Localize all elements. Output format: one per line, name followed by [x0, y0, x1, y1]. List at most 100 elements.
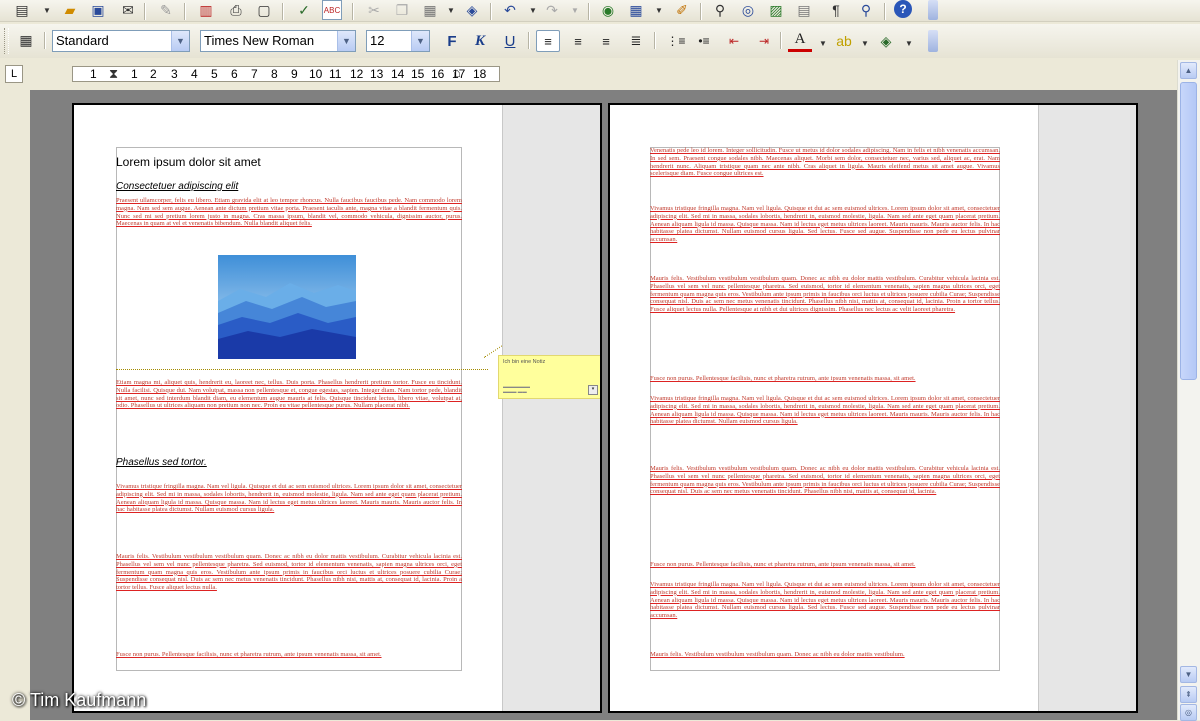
paragraph[interactable]: Mauris felis. Vestibulum vestibulum vest…: [116, 553, 462, 639]
paragraph[interactable]: Mauris felis. Vestibulum vestibulum vest…: [650, 275, 1000, 361]
autospell-icon[interactable]: ABC: [322, 0, 342, 20]
format-paintbrush-icon[interactable]: ◈: [462, 0, 482, 20]
justify-button[interactable]: ≣: [624, 30, 648, 52]
highlight-dropdown-icon[interactable]: ▼: [860, 33, 870, 53]
align-left-button[interactable]: ≡: [536, 30, 560, 52]
comment-note[interactable]: Ich bin eine Notiz ▬▬▬▬▬▬ ▬▬▬ ▬▬ ▾: [498, 355, 600, 399]
document-subtitle[interactable]: Phasellus sed tortor.: [116, 457, 207, 468]
draw-icon[interactable]: ✐: [672, 0, 692, 20]
comment-menu-button[interactable]: ▾: [588, 385, 598, 395]
navigation-button[interactable]: ◎: [1180, 704, 1197, 721]
undo-icon[interactable]: ↶: [500, 0, 520, 20]
ruler-number: 2: [150, 67, 157, 81]
redo-dropdown-icon[interactable]: ▼: [570, 0, 580, 20]
paragraph[interactable]: Etiam magna mi, aliquet quis, hendrerit …: [116, 379, 462, 439]
horizontal-ruler[interactable]: 1 ⧗ 1 2 3 4 5 6 7 8 9 10 11 12 13 14 15 …: [72, 66, 500, 82]
highlight-button[interactable]: ab: [832, 30, 856, 52]
help-icon[interactable]: ?: [894, 0, 912, 18]
styles-icon[interactable]: ▦: [16, 30, 36, 50]
database-icon[interactable]: ▤: [794, 0, 814, 20]
pdf-icon[interactable]: ▥: [196, 0, 216, 20]
document-page-1[interactable]: Lorem ipsum dolor sit amet Consectetuer …: [72, 103, 602, 713]
zoom-icon[interactable]: ⚲: [856, 0, 876, 20]
edit-icon[interactable]: ✎: [156, 0, 176, 20]
background-dropdown-icon[interactable]: ▼: [904, 33, 914, 53]
comment-text[interactable]: Ich bin eine Notiz: [503, 359, 545, 365]
vertical-scrollbar[interactable]: ▲ ▼ ⇞ ◎: [1177, 60, 1200, 721]
document-subtitle[interactable]: Consectetuer adipiscing elit: [116, 181, 238, 192]
standard-toolbar: ▤ ▼ ▰ ▣ ✉ ✎ ▥ ⎙ ▢ ✓ ABC ✂ ❐ ▦ ▼ ◈ ↶ ▼ ↷ …: [0, 0, 1200, 22]
document-workspace[interactable]: Lorem ipsum dolor sit amet Consectetuer …: [30, 90, 1178, 720]
paste-dropdown-icon[interactable]: ▼: [446, 0, 456, 20]
italic-button[interactable]: K: [468, 30, 492, 52]
nonprinting-chars-icon[interactable]: ¶: [826, 0, 846, 20]
paragraph[interactable]: Vivamus tristique fringilla magna. Nam v…: [116, 483, 462, 545]
paste-icon[interactable]: ▦: [420, 0, 440, 20]
align-center-button[interactable]: ≡: [566, 30, 590, 52]
undo-dropdown-icon[interactable]: ▼: [528, 0, 538, 20]
document-page-2[interactable]: Venenatis pede leo id lorem. Integer sol…: [608, 103, 1138, 713]
increase-indent-button[interactable]: ⇥: [752, 30, 776, 52]
paragraph-style-select[interactable]: Standard ▼: [52, 30, 190, 52]
print-icon[interactable]: ⎙: [226, 0, 246, 20]
paragraph[interactable]: Vivamus tristique fringilla magna. Nam v…: [650, 205, 1000, 267]
paragraph[interactable]: Venenatis pede leo id lorem. Integer sol…: [650, 147, 1000, 195]
paragraph[interactable]: Fusce non purus. Pellentesque facilisis,…: [116, 651, 462, 661]
ruler-number: 7: [251, 67, 258, 81]
document-title[interactable]: Lorem ipsum dolor sit amet: [116, 155, 261, 169]
paragraph[interactable]: Praesent ullamcorper, felis eu libero. E…: [116, 197, 462, 245]
toolbar-end-grip[interactable]: [928, 30, 938, 52]
paragraph-style-value: Standard: [56, 33, 109, 48]
copy-icon[interactable]: ❐: [392, 0, 412, 20]
bold-button[interactable]: F: [440, 30, 464, 52]
underline-button[interactable]: U: [498, 30, 522, 52]
align-right-button[interactable]: ≡: [594, 30, 618, 52]
indent-marker-icon[interactable]: ⧗: [109, 67, 118, 81]
chevron-down-icon[interactable]: ▼: [411, 31, 429, 51]
ruler-number: 10: [309, 67, 323, 81]
ruler-number: 12: [350, 67, 364, 81]
mountain-image[interactable]: [218, 255, 356, 359]
scroll-up-button[interactable]: ▲: [1180, 62, 1197, 79]
font-size-select[interactable]: 12 ▼: [366, 30, 430, 52]
email-icon[interactable]: ✉: [118, 0, 138, 20]
background-color-button[interactable]: ◈: [874, 30, 898, 52]
previous-page-button[interactable]: ⇞: [1180, 686, 1197, 703]
cut-icon[interactable]: ✂: [364, 0, 384, 20]
numbering-button[interactable]: ⋮≡: [664, 30, 688, 52]
paragraph[interactable]: Vivamus tristique fringilla magna. Nam v…: [650, 395, 1000, 457]
toolbar-grip[interactable]: [4, 28, 9, 54]
decrease-indent-button[interactable]: ⇤: [722, 30, 746, 52]
font-size-value: 12: [370, 33, 385, 48]
toolbar-end-grip[interactable]: [928, 0, 938, 20]
paragraph[interactable]: Fusce non purus. Pellentesque facilisis,…: [650, 561, 1000, 571]
spellcheck-icon[interactable]: ✓: [294, 0, 314, 20]
save-icon[interactable]: ▣: [88, 0, 108, 20]
image-icon[interactable]: ▨: [766, 0, 786, 20]
find-icon[interactable]: ⚲: [710, 0, 730, 20]
chevron-down-icon[interactable]: ▼: [171, 31, 189, 51]
table-icon[interactable]: ▦: [626, 0, 646, 20]
new-dropdown-icon[interactable]: ▼: [42, 0, 52, 20]
tab-type-button[interactable]: L: [5, 65, 23, 83]
table-dropdown-icon[interactable]: ▼: [654, 0, 664, 20]
redo-icon[interactable]: ↷: [542, 0, 562, 20]
right-indent-marker-icon[interactable]: ⌂: [453, 66, 461, 80]
page-preview-icon[interactable]: ▢: [254, 0, 274, 20]
chevron-down-icon[interactable]: ▼: [337, 31, 355, 51]
open-icon[interactable]: ▰: [60, 0, 80, 20]
paragraph[interactable]: Vivamus tristique fringilla magna. Nam v…: [650, 581, 1000, 643]
bullets-button[interactable]: •≡: [692, 30, 716, 52]
gallery-icon[interactable]: ◎: [738, 0, 758, 20]
scrollbar-thumb[interactable]: [1180, 82, 1197, 380]
paragraph[interactable]: Fusce non purus. Pellentesque facilisis,…: [650, 375, 1000, 385]
scroll-down-button[interactable]: ▼: [1180, 666, 1197, 683]
ruler-number: 8: [271, 67, 278, 81]
font-name-select[interactable]: Times New Roman ▼: [200, 30, 356, 52]
navigator-icon[interactable]: ◉: [598, 0, 618, 20]
font-color-button[interactable]: A: [788, 30, 812, 52]
paragraph[interactable]: Mauris felis. Vestibulum vestibulum vest…: [650, 465, 1000, 551]
paragraph[interactable]: Mauris felis. Vestibulum vestibulum vest…: [650, 651, 1000, 661]
font-color-dropdown-icon[interactable]: ▼: [818, 33, 828, 53]
new-icon[interactable]: ▤: [12, 0, 32, 20]
